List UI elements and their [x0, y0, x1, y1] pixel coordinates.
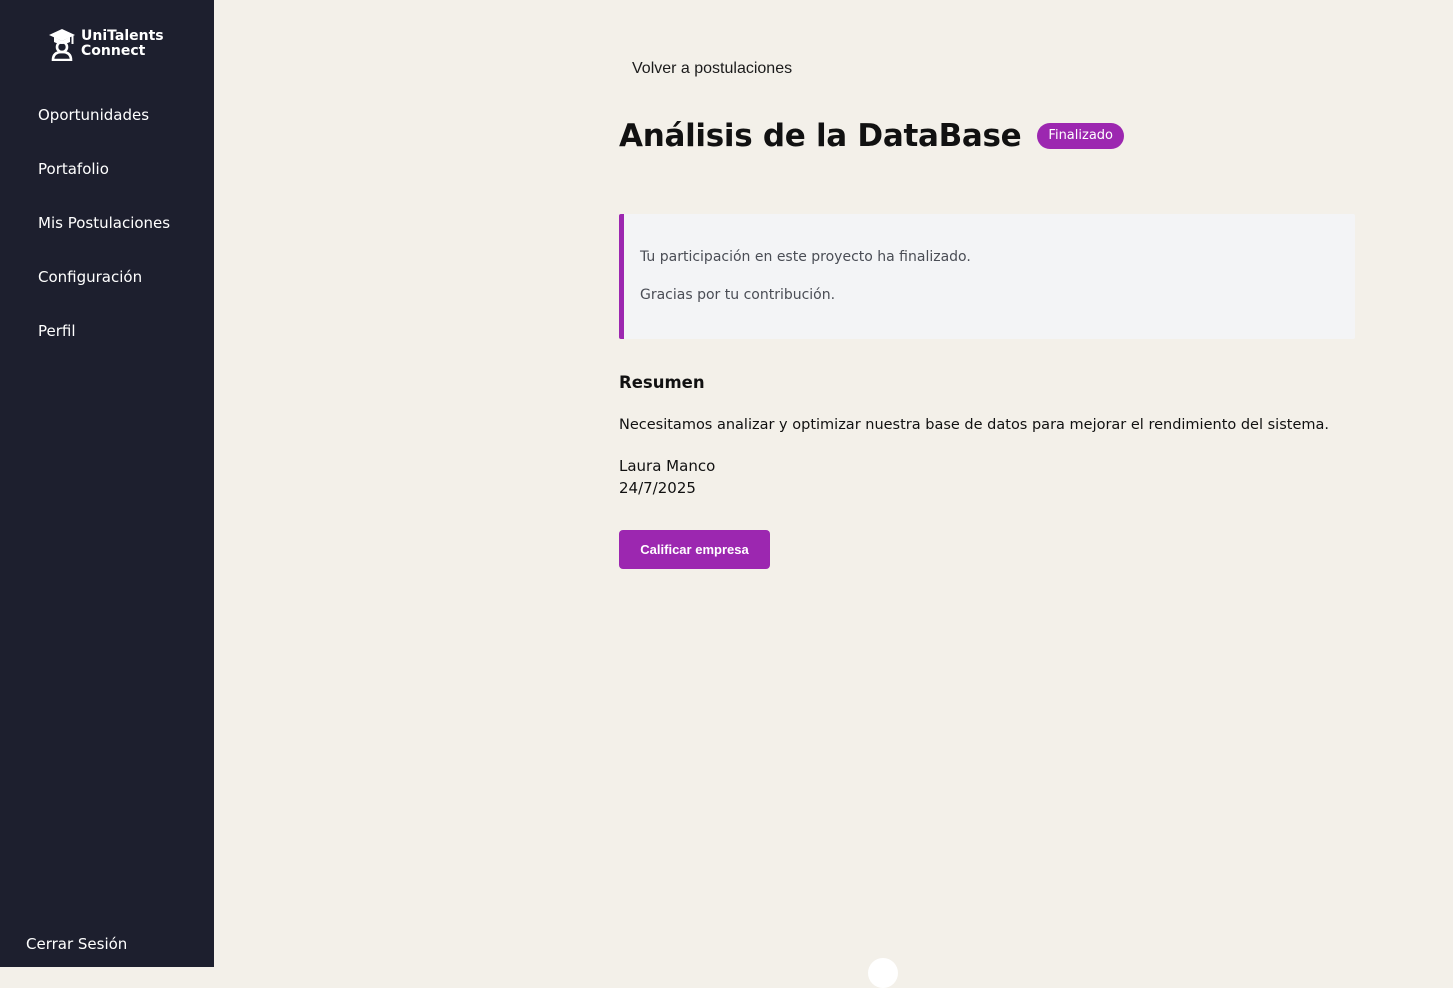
- company-contact: Laura Manco: [619, 457, 716, 475]
- sidebar-item-configuracion[interactable]: Configuración: [38, 265, 170, 319]
- logout-button[interactable]: Cerrar Sesión: [26, 935, 127, 953]
- logo-line-1: UniTalents: [81, 28, 164, 44]
- sidebar-nav: Oportunidades Portafolio Mis Postulacion…: [38, 103, 170, 373]
- summary-heading: Resumen: [619, 373, 705, 392]
- sidebar-item-perfil[interactable]: Perfil: [38, 319, 170, 373]
- floating-indicator: [868, 958, 898, 988]
- sidebar-item-portafolio[interactable]: Portafolio: [38, 157, 170, 211]
- project-date: 24/7/2025: [619, 479, 696, 497]
- status-badge: Finalizado: [1037, 123, 1124, 149]
- page-title: Análisis de la DataBase: [619, 118, 1022, 154]
- logo-text: UniTalents Connect: [81, 29, 164, 59]
- back-to-applications-link[interactable]: Volver a postulaciones: [632, 60, 792, 78]
- title-row: Análisis de la DataBase Finalizado: [619, 118, 1124, 154]
- rate-company-button[interactable]: Calificar empresa: [619, 530, 770, 569]
- sidebar-item-mis-postulaciones[interactable]: Mis Postulaciones: [38, 211, 170, 265]
- completion-notice: Tu participación en este proyecto ha fin…: [619, 214, 1355, 339]
- notice-line-1: Tu participación en este proyecto ha fin…: [640, 249, 971, 265]
- sidebar-item-oportunidades[interactable]: Oportunidades: [38, 103, 170, 157]
- sidebar: UniTalents Connect Oportunidades Portafo…: [0, 0, 214, 967]
- logo-line-2: Connect: [81, 43, 146, 59]
- graduate-icon: [49, 29, 75, 61]
- notice-line-2: Gracias por tu contribución.: [640, 287, 836, 303]
- summary-text: Necesitamos analizar y optimizar nuestra…: [619, 417, 1329, 433]
- project-meta: Laura Manco 24/7/2025: [619, 455, 715, 499]
- app-logo[interactable]: UniTalents Connect: [48, 27, 164, 61]
